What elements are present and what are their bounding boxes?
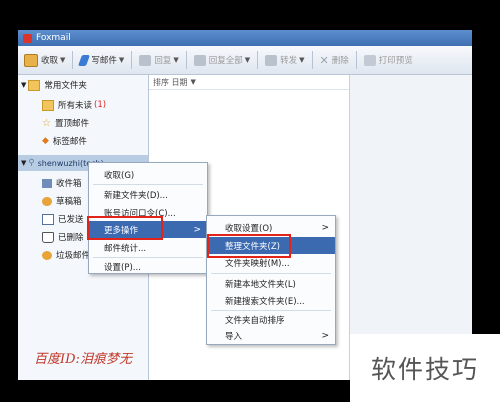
title-bar: Foxmail	[18, 30, 472, 46]
common-folders-group[interactable]: ▼ 常用文件夹	[21, 77, 87, 93]
watermark-baidu-id: 百度ID:泪痕梦无	[34, 352, 132, 367]
submenu-item-import[interactable]: 导入 >	[207, 327, 335, 344]
trash-icon	[42, 231, 54, 243]
menu-item-label: 文件夹映射(M)...	[225, 258, 290, 269]
inbox-icon	[24, 53, 38, 67]
annotation-highlight-box	[87, 216, 163, 240]
delete-button[interactable]: ✕ 删除	[314, 49, 355, 71]
print-preview-button[interactable]: 打印预览	[358, 49, 419, 71]
menu-item-label: 新建文件夹(D)...	[104, 190, 168, 201]
forward-icon	[265, 54, 278, 66]
annotation-highlight-box	[207, 234, 291, 258]
sort-label: 排序 日期	[153, 77, 188, 87]
menu-item-label: 收取设置(O)	[225, 223, 273, 234]
receive-label: 收取	[41, 56, 59, 66]
menu-item-new-folder[interactable]: 新建文件夹(D)...	[89, 186, 207, 203]
menu-divider	[211, 273, 331, 274]
menu-item-label: 邮件统计...	[104, 243, 147, 254]
account-icon: ⚲	[28, 158, 35, 168]
print-preview-label: 打印预览	[378, 56, 413, 66]
menu-item-label: 新建本地文件夹(L)	[225, 279, 296, 290]
collapse-icon[interactable]: ▼	[21, 81, 26, 89]
sidebar-item-all-unread[interactable]: 所有未读 (1)	[42, 97, 106, 113]
delete-label: 删除	[331, 56, 349, 66]
sidebar-item-label: 收件箱	[56, 179, 82, 189]
chevron-right-icon: >	[193, 224, 201, 235]
sidebar-item-sent[interactable]: 已发送	[42, 211, 84, 227]
reply-all-label: 回复全部	[208, 56, 243, 66]
submenu-item-new-search-folder[interactable]: 新建搜索文件夹(E)...	[207, 292, 335, 309]
chevron-right-icon: >	[321, 330, 329, 341]
sent-icon	[42, 213, 54, 225]
sidebar-item-label: 已删除	[58, 233, 84, 243]
tag-icon: ◆	[42, 136, 49, 146]
chevron-down-icon[interactable]: ▼	[173, 56, 178, 64]
menu-divider	[93, 184, 203, 185]
chevron-down-icon[interactable]: ▼	[299, 56, 304, 64]
toolbar-divider	[311, 51, 313, 69]
sidebar-item-label: 草稿箱	[56, 197, 82, 207]
toolbar-divider	[131, 51, 133, 69]
print-icon	[363, 54, 376, 66]
chevron-right-icon: >	[321, 222, 329, 233]
toolbar: 收取 ▼ 写邮件 ▼ 回复 ▼ 回复全部 ▼ 转发 ▼ ✕ 删除 打印预览	[18, 46, 472, 75]
menu-item-receive[interactable]: 收取(G)	[89, 166, 207, 183]
toolbar-divider	[257, 51, 259, 69]
window-title: Foxmail	[36, 33, 71, 43]
delete-icon: ✕	[319, 53, 329, 67]
folder-icon	[28, 79, 41, 91]
sidebar-item-spam[interactable]: 垃圾邮件	[42, 247, 90, 263]
sidebar-item-label: 标签邮件	[52, 137, 87, 147]
pen-icon	[78, 54, 91, 66]
reply-button[interactable]: 回复 ▼	[133, 49, 184, 71]
common-folders-label: 常用文件夹	[44, 81, 87, 91]
receive-button[interactable]: 收取 ▼	[18, 49, 71, 71]
compose-label: 写邮件	[91, 56, 117, 66]
reply-all-icon	[193, 54, 206, 66]
forward-label: 转发	[280, 56, 298, 66]
star-icon: ☆	[42, 117, 51, 129]
menu-item-label: 文件夹自动排序	[225, 315, 285, 326]
sidebar-item-label: 置顶邮件	[54, 119, 89, 129]
reply-icon	[139, 54, 152, 66]
sidebar-item-inbox[interactable]: 收件箱	[42, 175, 82, 191]
submenu-item-auto-sort[interactable]: 文件夹自动排序	[207, 311, 335, 328]
menu-item-label: 导入	[225, 331, 243, 342]
inbox-folder-icon	[42, 178, 52, 188]
sort-header[interactable]: 排序 日期 ▼	[149, 75, 349, 90]
chevron-down-icon: ▼	[190, 78, 196, 86]
sidebar-item-label: 已发送	[58, 215, 84, 225]
forward-button[interactable]: 转发 ▼	[259, 49, 310, 71]
sidebar-item-label: 垃圾邮件	[56, 251, 91, 261]
watermark-software-tips: 软件技巧	[350, 334, 500, 402]
menu-item-mail-stats[interactable]: 邮件统计...	[89, 239, 207, 256]
sidebar-item-pinned[interactable]: ☆ 置顶邮件	[42, 115, 89, 131]
toolbar-divider	[185, 51, 187, 69]
sidebar-item-deleted[interactable]: 已删除	[42, 229, 84, 245]
collapse-icon[interactable]: ▼	[21, 159, 26, 167]
watermark-text: 软件技巧	[370, 355, 479, 384]
folder-icon	[42, 99, 54, 111]
spam-icon	[42, 250, 52, 260]
sidebar-item-tagged[interactable]: ◆ 标签邮件	[42, 133, 87, 149]
menu-item-label: 新建搜索文件夹(E)...	[225, 296, 305, 307]
chevron-down-icon[interactable]: ▼	[245, 56, 250, 64]
submenu-item-new-local-folder[interactable]: 新建本地文件夹(L)	[207, 275, 335, 292]
menu-item-label: 设置(P)...	[104, 262, 141, 273]
chevron-down-icon[interactable]: ▼	[119, 56, 124, 64]
chevron-down-icon[interactable]: ▼	[60, 56, 65, 64]
sidebar-item-label: 所有未读	[58, 101, 93, 111]
compose-button[interactable]: 写邮件 ▼	[74, 49, 130, 71]
toolbar-divider	[355, 51, 357, 69]
reply-all-button[interactable]: 回复全部 ▼	[188, 49, 256, 71]
draft-icon	[42, 196, 52, 206]
sidebar-item-drafts[interactable]: 草稿箱	[42, 193, 82, 209]
toolbar-divider	[72, 51, 74, 69]
menu-item-settings[interactable]: 设置(P)...	[89, 258, 207, 275]
reply-label: 回复	[154, 56, 172, 66]
foxmail-window: Foxmail 收取 ▼ 写邮件 ▼ 回复 ▼ 回复全部 ▼ 转发 ▼ ✕ 删除…	[18, 30, 472, 380]
foxmail-logo-icon	[23, 33, 32, 43]
menu-item-label: 收取(G)	[104, 170, 135, 181]
unread-count: (1)	[94, 100, 107, 110]
